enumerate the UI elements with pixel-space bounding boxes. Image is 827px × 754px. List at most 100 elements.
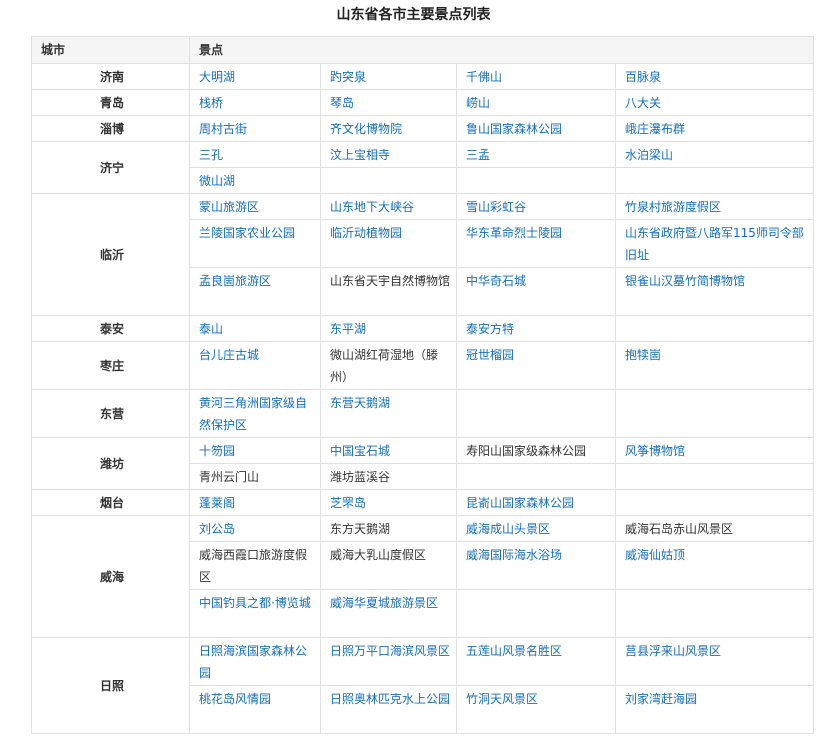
city-name: 泰安 (31, 315, 190, 342)
spot-link[interactable]: 琴岛 (330, 96, 354, 110)
spot-text: 东方天鹅湖 (330, 522, 391, 536)
spot-link[interactable]: 中国钓具之都·博览城 (199, 596, 311, 610)
table-row: 日照 日照海滨国家森林公园 日照万平口海滨风景区 五莲山风景名胜区 莒县浮来山风景区 (31, 637, 815, 734)
spot-link[interactable]: 齐文化博物院 (330, 122, 402, 136)
spot-link[interactable]: 泰山 (199, 322, 223, 336)
spot-link[interactable]: 蓬莱阁 (199, 496, 235, 510)
spot-link[interactable]: 抱犊崮 (625, 348, 661, 362)
spot-cell: 刘家湾赶海园 (614, 685, 815, 734)
spot-link[interactable]: 威海成山头景区 (466, 522, 550, 536)
spot-cell: 威海大乳山度假区 (320, 541, 457, 590)
spot-link[interactable]: 黄河三角洲国家级自然保护区 (199, 396, 307, 432)
spot-link[interactable]: 台儿庄古城 (199, 348, 259, 362)
spot-cell: 山东省天宇自然博物馆 (320, 267, 457, 316)
table-row: 威海 刘公岛 东方天鹅湖 威海成山头景区 威海石岛赤山风景区 (31, 515, 815, 638)
spot-link[interactable]: 威海国际海水浴场 (466, 548, 562, 562)
spot-link[interactable]: 刘家湾赶海园 (625, 692, 697, 706)
table-row: 青岛 栈桥 琴岛 崂山 八大关 (31, 89, 815, 116)
spot-link[interactable]: 雪山彩虹谷 (466, 200, 526, 214)
spot-link[interactable]: 趵突泉 (330, 70, 366, 84)
spot-link[interactable]: 竹洞天风景区 (466, 692, 538, 706)
spot-link[interactable]: 威海华夏城旅游景区 (330, 596, 438, 610)
spot-link[interactable]: 微山湖 (199, 174, 235, 188)
spot-cell: 三孟 (456, 141, 616, 168)
spot-link[interactable]: 莒县浮来山风景区 (625, 644, 721, 658)
spot-link[interactable]: 华东革命烈士陵园 (466, 226, 562, 240)
spot-cell (614, 463, 815, 490)
spot-link[interactable]: 鲁山国家森林公园 (466, 122, 562, 136)
spot-link[interactable]: 冠世榴园 (466, 348, 514, 362)
spot-link[interactable]: 千佛山 (466, 70, 502, 84)
spot-cell (320, 167, 457, 194)
table-row: 潍坊 十笏园 中国宝石城 寿阳山国家级森林公园 风筝博物馆 (31, 437, 815, 490)
spot-link[interactable]: 汶上宝相寺 (330, 148, 390, 162)
spot-cell (614, 389, 815, 438)
spot-link[interactable]: 兰陵国家农业公园 (199, 226, 295, 240)
spot-link[interactable]: 山东省政府暨八路军115师司令部旧址 (625, 226, 804, 262)
spot-link[interactable]: 三孟 (466, 148, 490, 162)
spot-text: 潍坊蓝溪谷 (330, 470, 391, 484)
spot-cell: 蒙山旅游区 (189, 193, 321, 220)
spot-cell: 泰山 (189, 315, 321, 342)
spot-link[interactable]: 风筝博物馆 (625, 444, 685, 458)
spot-link[interactable]: 中华奇石城 (466, 274, 526, 288)
spot-link[interactable]: 峨庄瀑布群 (625, 122, 685, 136)
spot-link[interactable]: 日照海滨国家森林公园 (199, 644, 307, 680)
spot-link[interactable]: 昆嵛山国家森林公园 (466, 496, 574, 510)
spot-cell (456, 167, 616, 194)
spot-cell: 冠世榴园 (456, 341, 616, 390)
spot-link[interactable]: 水泊梁山 (625, 148, 673, 162)
spot-link[interactable]: 银雀山汉墓竹简博物馆 (625, 274, 745, 288)
spot-link[interactable]: 十笏园 (199, 444, 235, 458)
spot-link[interactable]: 日照奥林匹克水上公园 (330, 692, 450, 706)
spot-link[interactable]: 周村古街 (199, 122, 247, 136)
spot-link[interactable]: 桃花岛风情园 (199, 692, 271, 706)
spot-text: 威海石岛赤山风景区 (625, 522, 734, 536)
table-row: 淄博 周村古街 齐文化博物院 鲁山国家森林公园 峨庄瀑布群 (31, 115, 815, 142)
spot-cell: 风筝博物馆 (614, 437, 815, 464)
spot-cell (456, 389, 616, 438)
spot-cell: 千佛山 (456, 63, 616, 90)
spot-cell: 趵突泉 (320, 63, 457, 90)
spot-cell: 台儿庄古城 (189, 341, 321, 390)
spot-link[interactable]: 日照万平口海滨风景区 (330, 644, 450, 658)
spot-text: 威海西霞口旅游度假区 (199, 548, 308, 584)
spot-link[interactable]: 蒙山旅游区 (199, 200, 259, 214)
spot-cell: 莒县浮来山风景区 (614, 637, 815, 686)
spot-cell: 中国钓具之都·博览城 (189, 589, 321, 638)
header-city: 城市 (31, 36, 190, 64)
spot-link[interactable]: 山东地下大峡谷 (330, 200, 414, 214)
spot-link[interactable]: 竹泉村旅游度假区 (625, 200, 721, 214)
spot-link[interactable]: 刘公岛 (199, 522, 235, 536)
spot-link[interactable]: 三孔 (199, 148, 223, 162)
spot-cell: 威海成山头景区 (456, 515, 616, 542)
spot-cell: 竹泉村旅游度假区 (614, 193, 815, 220)
spot-link[interactable]: 东营天鹅湖 (330, 396, 390, 410)
spot-link[interactable]: 东平湖 (330, 322, 366, 336)
spot-link[interactable]: 泰安方特 (466, 322, 514, 336)
spot-text: 寿阳山国家级森林公园 (466, 444, 587, 458)
spot-cell: 日照万平口海滨风景区 (320, 637, 457, 686)
city-name: 青岛 (31, 89, 190, 116)
city-name: 潍坊 (31, 437, 190, 490)
city-name: 东营 (31, 389, 190, 438)
table-row: 临沂 蒙山旅游区 山东地下大峡谷 雪山彩虹谷 竹泉村旅游度假区 (31, 193, 815, 316)
city-name: 济南 (31, 63, 190, 90)
spot-link[interactable]: 威海仙姑顶 (625, 548, 685, 562)
spot-cell: 周村古街 (189, 115, 321, 142)
table-row: 烟台 蓬莱阁 芝罘岛 昆嵛山国家森林公园 (31, 489, 815, 516)
spot-link[interactable]: 大明湖 (199, 70, 235, 84)
spot-link[interactable]: 八大关 (625, 96, 661, 110)
spot-link[interactable]: 百脉泉 (625, 70, 661, 84)
table-row: 泰安 泰山 东平湖 泰安方特 (31, 315, 815, 342)
spot-link[interactable]: 五莲山风景名胜区 (466, 644, 562, 658)
spot-link[interactable]: 崂山 (466, 96, 490, 110)
spot-link[interactable]: 栈桥 (199, 96, 223, 110)
table-row: 枣庄 台儿庄古城 微山湖红荷湿地（滕州） 冠世榴园 抱犊崮 (31, 341, 815, 390)
spot-link[interactable]: 孟良崮旅游区 (199, 274, 271, 288)
spot-text: 青州云门山 (199, 470, 260, 484)
spot-link[interactable]: 中国宝石城 (330, 444, 390, 458)
spot-link[interactable]: 芝罘岛 (330, 496, 366, 510)
spot-link[interactable]: 临沂动植物园 (330, 226, 402, 240)
spot-text: 微山湖红荷湿地（滕州） (330, 348, 439, 384)
